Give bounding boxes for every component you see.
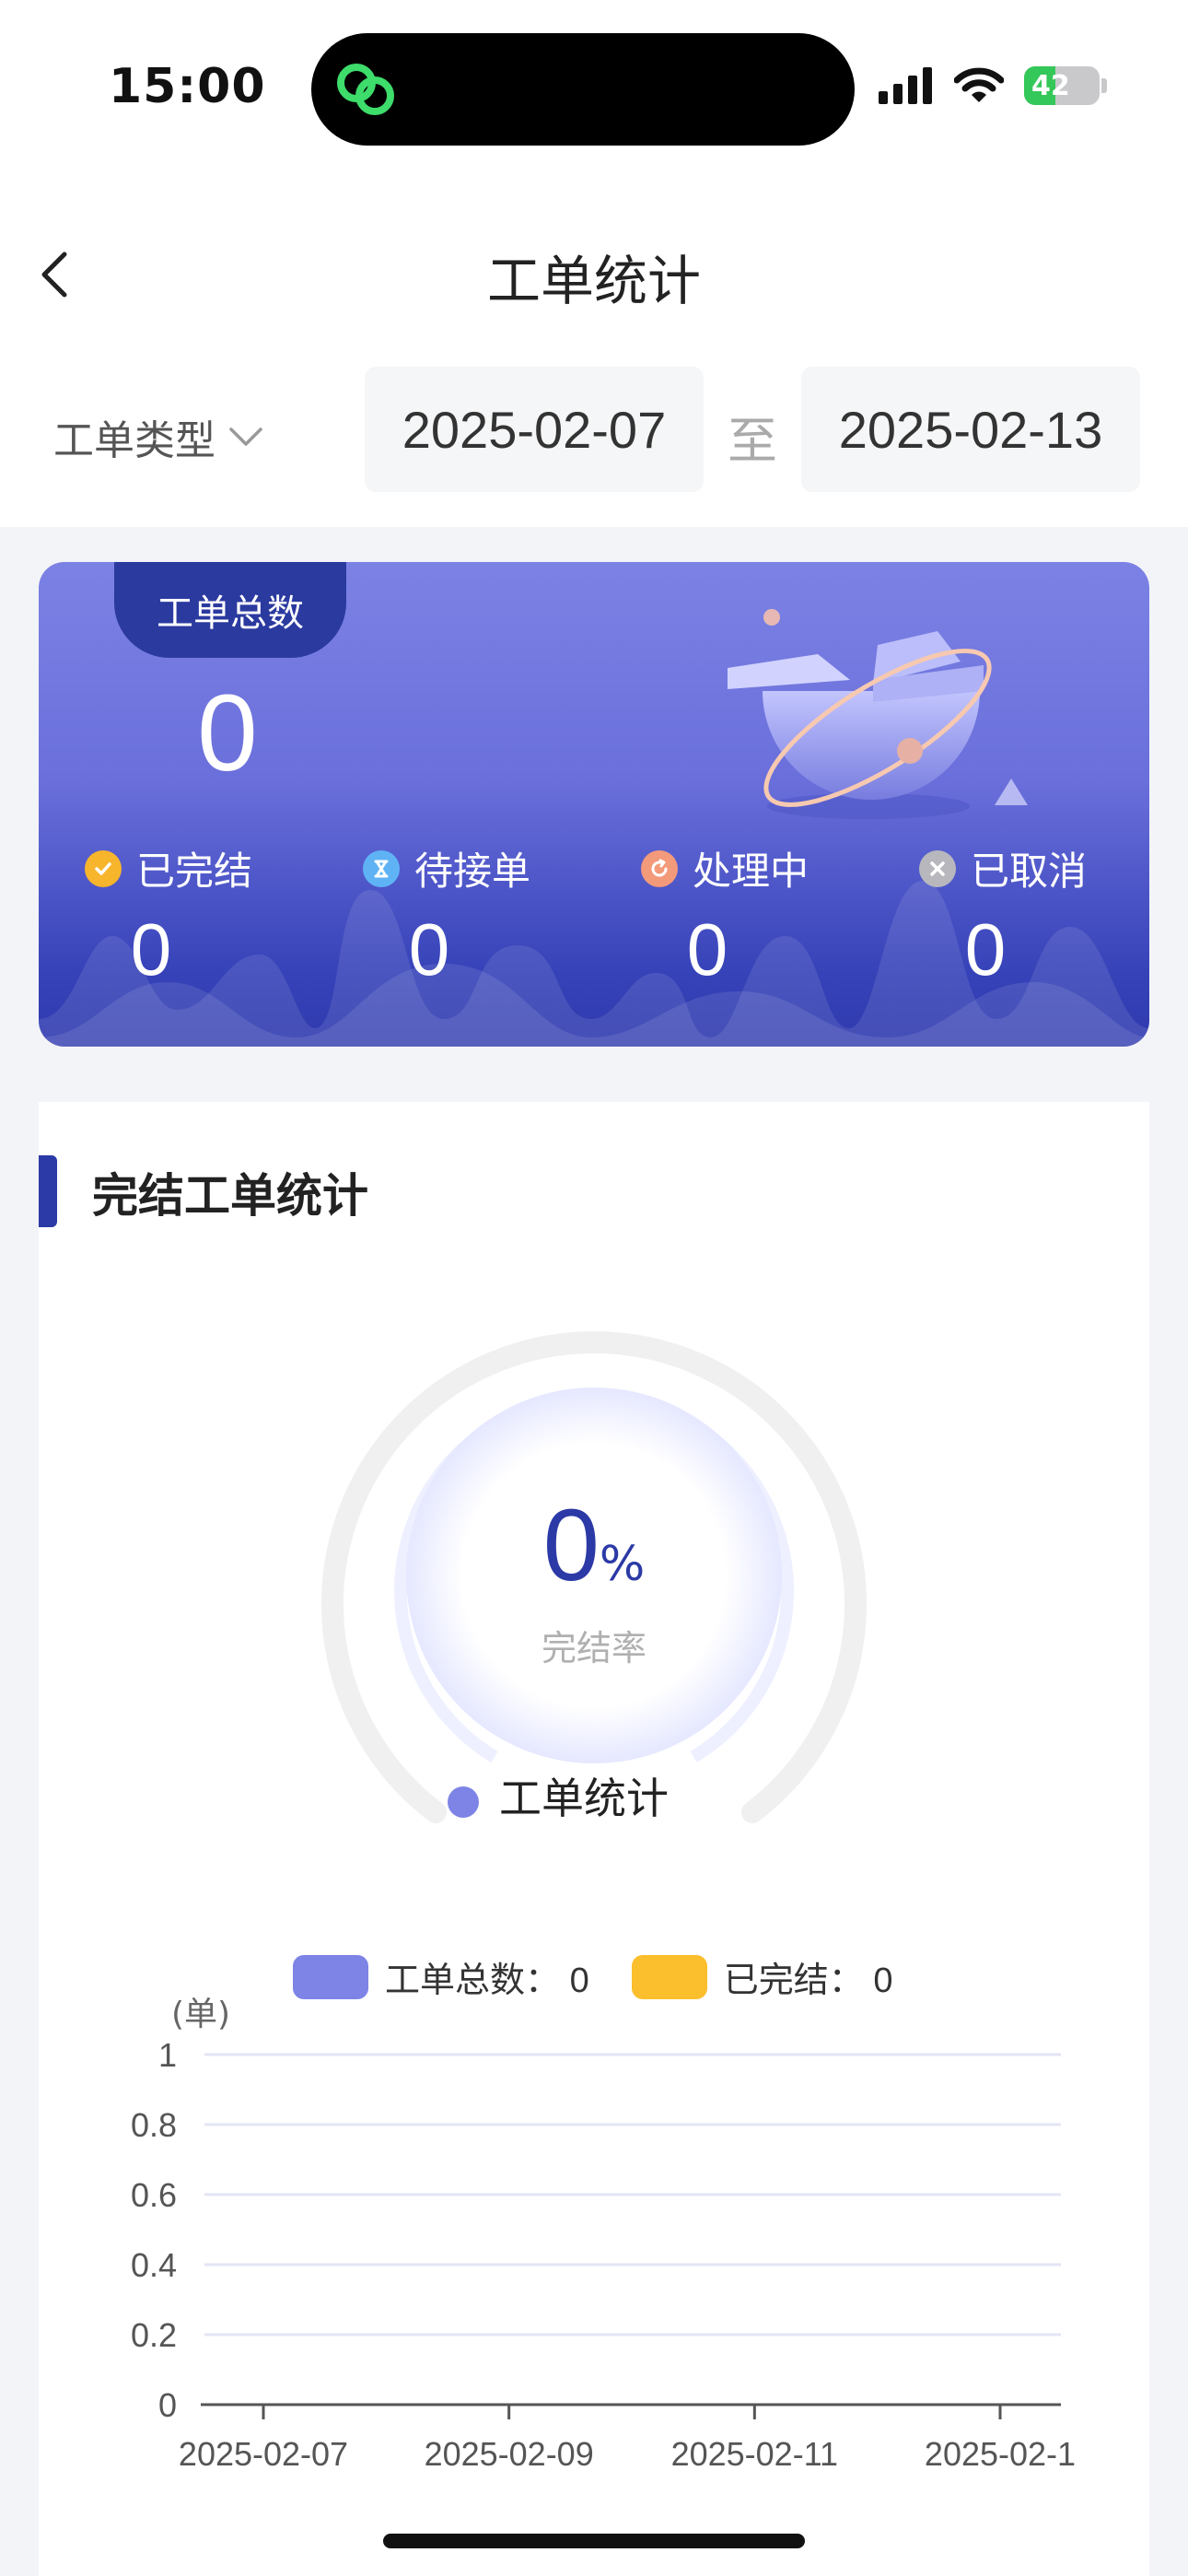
y-tick-label: 0 [158, 2386, 177, 2424]
order-line-chart: (单)1 0.8 0.6 0.4 0.2 02025-02-07 2025-02-09 202… [131, 1996, 1076, 2473]
stat-pending[interactable]: 待接单 0 [363, 840, 621, 992]
date-separator: 至 [728, 412, 777, 470]
nav-bar: 工单统计 [0, 175, 1188, 359]
check-icon [85, 849, 122, 887]
y-tick-label: 0.8 [131, 2106, 177, 2144]
stat-completed[interactable]: 已完结 0 [85, 840, 343, 992]
stat-cancelled[interactable]: 已取消 0 [919, 840, 1149, 992]
completion-section: 完结工单统计 0% 完结率 工单统计 工单总数： 0 已完结： 0 (单) 1 0.… [39, 1102, 1149, 2576]
cellular-signal-icon [879, 67, 932, 104]
stat-value: 0 [130, 908, 172, 990]
stat-label: 已完结 [136, 849, 253, 894]
page-title: 工单统计 [486, 250, 701, 312]
battery-level: 42 [1031, 69, 1070, 102]
x-tick-label: 2025-02-07 [179, 2435, 348, 2473]
order-type-label: 工单类型 [53, 417, 215, 464]
status-time: 15:00 [109, 59, 266, 114]
order-type-select[interactable]: 工单类型 [53, 407, 263, 466]
app-link-icon [337, 64, 394, 115]
x-tick-label: 2025-02-1 [925, 2435, 1076, 2473]
stat-label: 待接单 [414, 849, 531, 894]
end-date-picker[interactable]: 2025-02-13 [801, 367, 1140, 492]
battery-indicator: 42 [1024, 66, 1107, 105]
chart-illustration [728, 609, 1028, 819]
stat-processing[interactable]: 处理中 0 [641, 840, 899, 992]
stat-value: 0 [686, 908, 728, 990]
status-bar: 15:00 42 [0, 0, 1188, 175]
hourglass-icon [363, 849, 400, 887]
status-icons: 42 [879, 66, 1107, 105]
home-indicator[interactable] [383, 2534, 805, 2548]
refresh-icon [641, 849, 678, 887]
chevron-down-icon [229, 427, 262, 446]
close-icon [919, 849, 956, 887]
filter-bar: 工单类型 2025-02-07 至 2025-02-13 [0, 359, 1188, 527]
dynamic-island [311, 33, 855, 146]
start-date-picker[interactable]: 2025-02-07 [365, 367, 704, 492]
y-tick-label: 0.4 [131, 2246, 177, 2284]
y-tick-label: 1 [158, 2036, 177, 2074]
summary-card: 工单总数 0 已完结 0 待接单 0 处理中 0 已取消 0 [39, 562, 1149, 1047]
x-tick-label: 2025-02-11 [671, 2435, 838, 2473]
y-tick-label: 0.6 [131, 2176, 177, 2214]
y-tick-label: 0.2 [131, 2316, 177, 2354]
wifi-icon [954, 67, 1004, 102]
total-orders-value: 0 [197, 673, 258, 794]
stat-label: 处理中 [693, 849, 809, 894]
stat-value: 0 [408, 908, 450, 990]
stat-value: 0 [964, 908, 1007, 990]
x-tick-label: 2025-02-09 [425, 2435, 594, 2473]
total-orders-tab: 工单总数 [114, 562, 346, 658]
y-axis-label: (单) [171, 1996, 230, 2033]
stat-label: 已取消 [971, 849, 1088, 894]
